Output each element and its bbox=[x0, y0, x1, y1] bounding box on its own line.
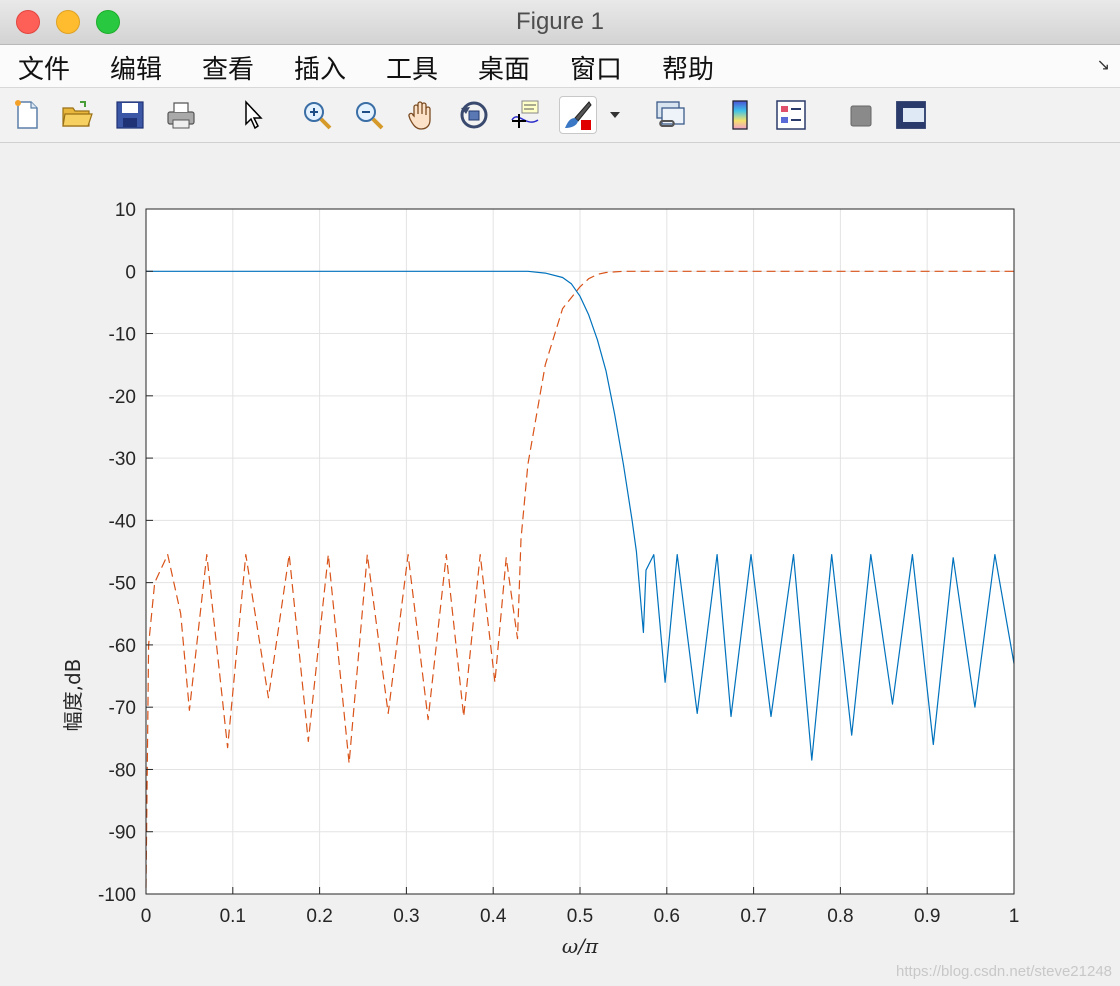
menu-view[interactable]: 查看 bbox=[202, 49, 254, 86]
x-tick-label: 0.4 bbox=[480, 906, 507, 927]
zoom-in-button[interactable] bbox=[298, 96, 336, 134]
save-figure-button[interactable] bbox=[111, 96, 149, 134]
edit-plot-button[interactable] bbox=[233, 96, 271, 134]
link-plot-icon bbox=[656, 101, 685, 127]
line-chart[interactable]: 0 0.1 0.2 0.3 0.4 0.5 0.6 0.7 0.8 0.9 1 10 0 -10 -20 -3… bbox=[0, 143, 1120, 986]
x-tick-label: 0.5 bbox=[567, 906, 593, 927]
show-plot-tools-button[interactable] bbox=[892, 96, 930, 134]
y-tick-label: -40 bbox=[109, 511, 136, 532]
zoom-out-button[interactable] bbox=[350, 96, 388, 134]
zoom-out-icon bbox=[356, 102, 384, 130]
open-folder-icon bbox=[62, 101, 93, 127]
colorbar-icon bbox=[732, 100, 748, 130]
rotate-3d-button[interactable] bbox=[455, 96, 493, 134]
x-tick-label: 0 bbox=[141, 906, 152, 927]
x-tick-label: 0.9 bbox=[914, 906, 940, 927]
open-file-button[interactable] bbox=[58, 96, 96, 134]
new-file-icon bbox=[15, 100, 38, 129]
menu-bar: 文件 编辑 查看 插入 工具 桌面 窗口 帮助 ↘ bbox=[0, 45, 1120, 88]
y-tick-label: -100 bbox=[98, 885, 136, 906]
hide-plot-tools-icon bbox=[850, 105, 872, 127]
link-plot-button[interactable] bbox=[652, 96, 690, 134]
data-cursor-button[interactable] bbox=[506, 96, 544, 134]
pointer-icon bbox=[245, 100, 263, 130]
menu-window[interactable]: 窗口 bbox=[570, 49, 622, 86]
menu-help[interactable]: 帮助 bbox=[662, 49, 714, 86]
x-tick-label: 0.1 bbox=[220, 906, 246, 927]
watermark: https://blog.csdn.net/steve21248 bbox=[896, 963, 1112, 980]
y-tick-label: -90 bbox=[109, 823, 136, 844]
show-plot-tools-icon bbox=[896, 101, 926, 129]
pan-hand-icon bbox=[408, 101, 431, 130]
y-tick-label: -10 bbox=[109, 325, 136, 346]
y-tick-label: -80 bbox=[109, 760, 136, 781]
menu-tools[interactable]: 工具 bbox=[386, 49, 438, 86]
x-tick-label: 0.6 bbox=[654, 906, 680, 927]
y-tick-label: 0 bbox=[125, 262, 136, 283]
x-tick-label: 0.8 bbox=[827, 906, 853, 927]
y-tick-label: 10 bbox=[115, 200, 136, 221]
figure-canvas: 0 0.1 0.2 0.3 0.4 0.5 0.6 0.7 0.8 0.9 1 10 0 -10 -20 -3… bbox=[0, 143, 1120, 986]
save-icon bbox=[116, 101, 144, 129]
print-figure-button[interactable] bbox=[162, 96, 200, 134]
brush-icon bbox=[565, 101, 592, 130]
y-tick-label: -70 bbox=[109, 698, 136, 719]
menu-insert[interactable]: 插入 bbox=[294, 49, 346, 86]
x-tick-label: 0.2 bbox=[306, 906, 332, 927]
dock-arrow-icon[interactable]: ↘ bbox=[1097, 55, 1110, 75]
insert-colorbar-button[interactable] bbox=[721, 96, 759, 134]
x-tick-label: 0.3 bbox=[393, 906, 419, 927]
x-axis-label: ω/π bbox=[562, 934, 599, 958]
window-titlebar: Figure 1 bbox=[0, 0, 1120, 45]
y-tick-label: -60 bbox=[109, 636, 136, 657]
window-title: Figure 1 bbox=[515, 8, 605, 35]
y-axis-label: 幅度,dB bbox=[61, 659, 85, 732]
legend-icon bbox=[776, 100, 806, 130]
brush-dropdown-icon[interactable] bbox=[610, 112, 620, 118]
print-icon bbox=[167, 102, 195, 129]
menu-file[interactable]: 文件 bbox=[18, 49, 70, 86]
x-tick-label: 0.7 bbox=[740, 906, 766, 927]
brush-button[interactable] bbox=[559, 96, 597, 134]
pan-button[interactable] bbox=[403, 96, 441, 134]
y-tick-label: -30 bbox=[109, 449, 136, 470]
rotate-3d-icon bbox=[460, 101, 488, 129]
hide-plot-tools-button[interactable] bbox=[841, 96, 879, 134]
menu-edit[interactable]: 编辑 bbox=[110, 49, 162, 86]
insert-legend-button[interactable] bbox=[772, 96, 810, 134]
y-tick-label: -20 bbox=[109, 387, 136, 408]
data-cursor-icon bbox=[511, 100, 539, 128]
menu-desktop[interactable]: 桌面 bbox=[478, 49, 530, 86]
figure-toolbar bbox=[0, 88, 1120, 143]
x-tick-label: 1 bbox=[1009, 906, 1020, 927]
zoom-in-icon bbox=[304, 102, 332, 130]
new-figure-button[interactable] bbox=[8, 96, 46, 134]
y-tick-label: -50 bbox=[109, 574, 136, 595]
